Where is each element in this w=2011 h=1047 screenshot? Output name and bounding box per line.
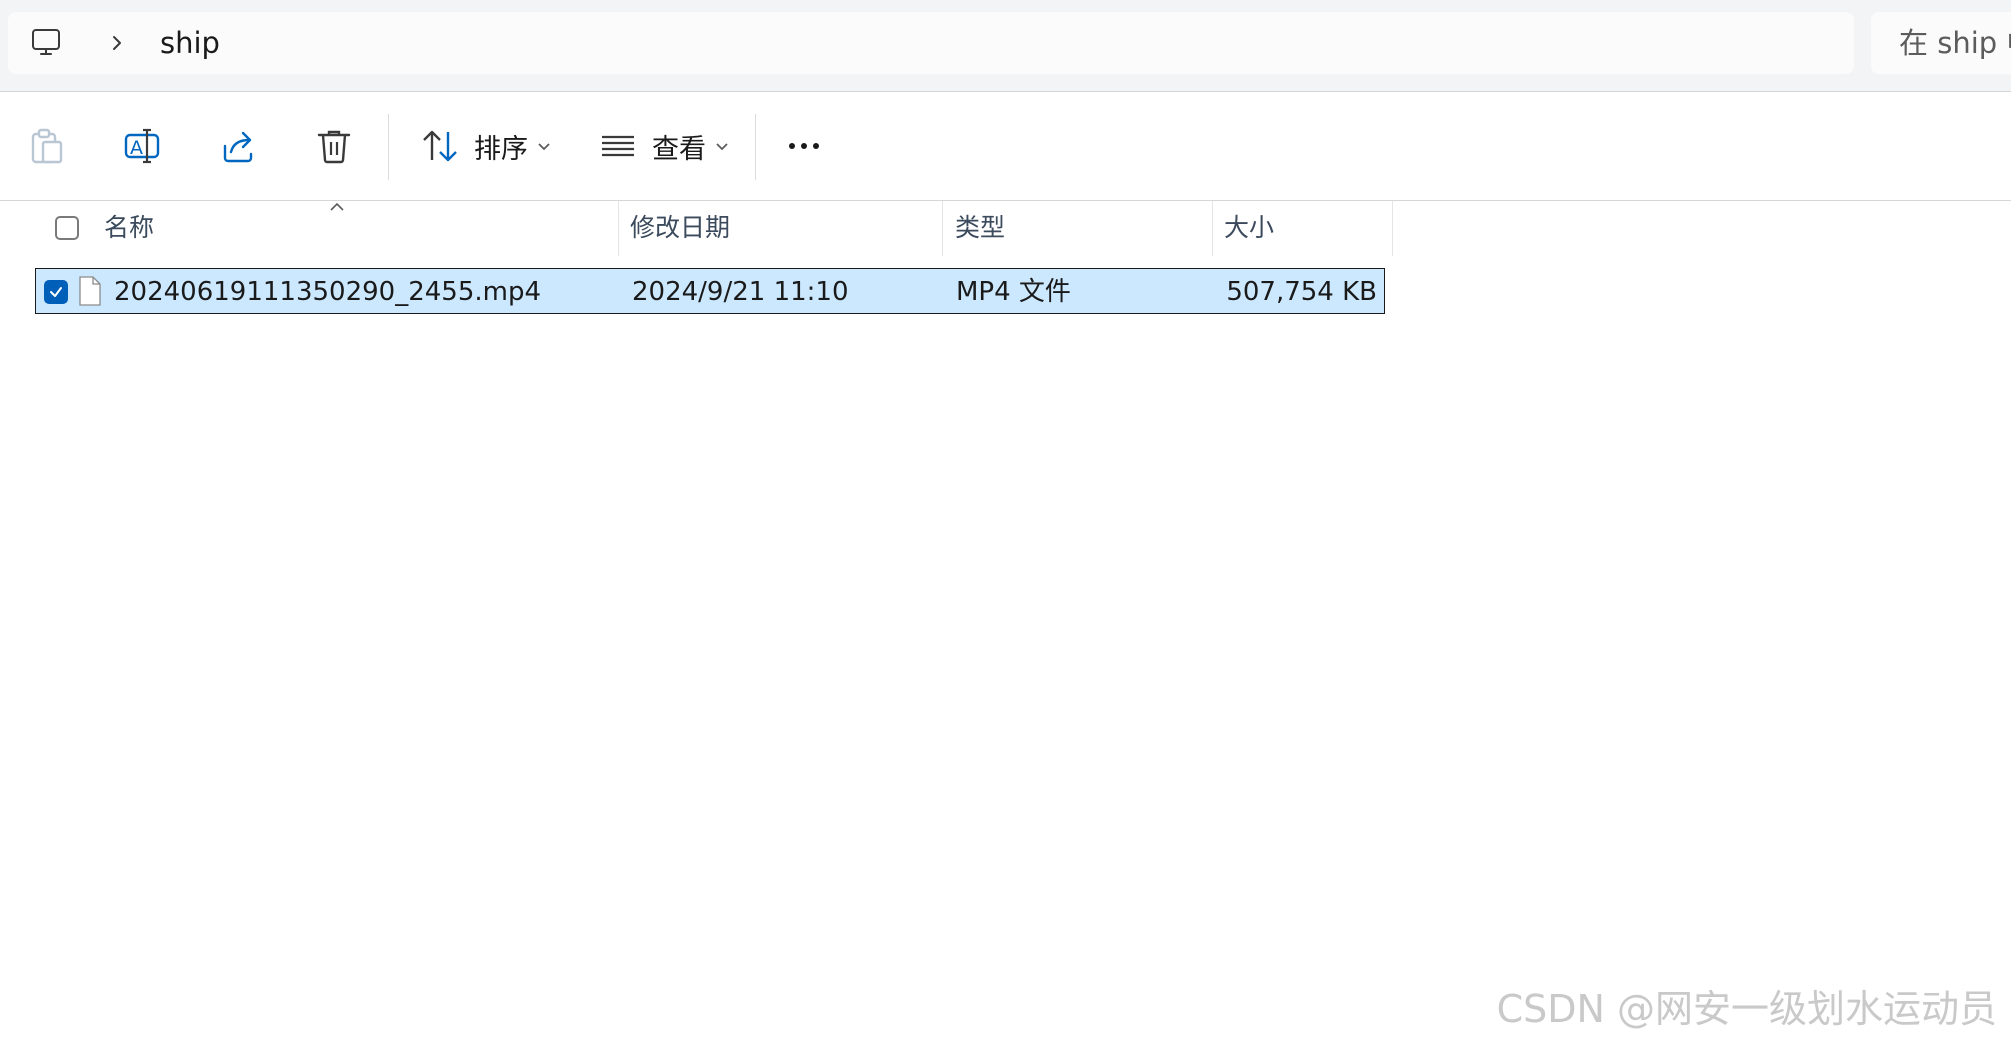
view-label: 查看 — [652, 133, 706, 165]
svg-text:A: A — [130, 137, 143, 159]
column-header-modified[interactable]: 修改日期 — [630, 210, 730, 246]
select-all-checkbox[interactable] — [55, 216, 79, 240]
rename-icon: A — [124, 128, 160, 164]
watermark-text: CSDN @网安一级划水运动员 — [1496, 987, 1997, 1031]
chevron-down-icon — [538, 143, 550, 151]
column-header-name[interactable]: 名称 — [104, 210, 154, 246]
search-box[interactable]: 在 ship 中 — [1871, 12, 2011, 74]
file-modified-date: 2024/9/21 11:10 — [632, 277, 849, 307]
sort-button[interactable]: 排序 — [420, 122, 552, 170]
file-name[interactable]: 20240619111350290_2455.mp4 — [114, 274, 541, 310]
chevron-right-icon[interactable] — [108, 34, 126, 52]
share-button[interactable] — [219, 122, 259, 170]
sort-arrows-icon — [423, 130, 457, 162]
command-bar: A 排序 查看 — [0, 92, 2011, 201]
view-list-icon — [602, 135, 634, 157]
file-icon — [79, 276, 101, 306]
file-size: 507,754 KB — [1226, 277, 1377, 307]
search-placeholder: 在 ship 中 — [1899, 26, 2011, 60]
paste-button[interactable] — [27, 122, 67, 170]
file-row[interactable]: 20240619111350290_2455.mp4 2024/9/21 11:… — [35, 268, 1385, 314]
sort-ascending-icon — [330, 202, 344, 211]
column-header: 名称 修改日期 类型 大小 — [0, 201, 1395, 256]
column-divider[interactable] — [618, 201, 619, 256]
rename-button[interactable]: A — [122, 122, 162, 170]
trash-icon — [317, 130, 351, 164]
address-bar[interactable]: ship — [8, 12, 1854, 74]
chevron-down-icon — [716, 143, 728, 151]
delete-button[interactable] — [314, 122, 354, 170]
more-options-button[interactable] — [784, 122, 824, 170]
view-button[interactable]: 查看 — [598, 122, 730, 170]
row-checkbox-checked[interactable] — [44, 280, 68, 304]
toolbar-separator — [755, 114, 756, 180]
paste-icon — [31, 128, 63, 164]
share-icon — [223, 131, 253, 163]
toolbar-separator — [388, 114, 389, 180]
checkmark-icon — [50, 287, 62, 297]
this-pc-icon[interactable] — [30, 26, 62, 58]
column-header-type[interactable]: 类型 — [955, 210, 1005, 246]
sort-label: 排序 — [474, 133, 528, 165]
file-type: MP4 文件 — [956, 277, 1071, 307]
column-header-size[interactable]: 大小 — [1224, 210, 1274, 246]
breadcrumb-ship[interactable]: ship — [160, 24, 220, 62]
column-divider[interactable] — [1212, 201, 1213, 256]
column-divider[interactable] — [1392, 201, 1393, 256]
column-divider[interactable] — [942, 201, 943, 256]
more-dots-icon — [789, 143, 819, 149]
title-address-area: ship 在 ship 中 — [0, 0, 2011, 92]
